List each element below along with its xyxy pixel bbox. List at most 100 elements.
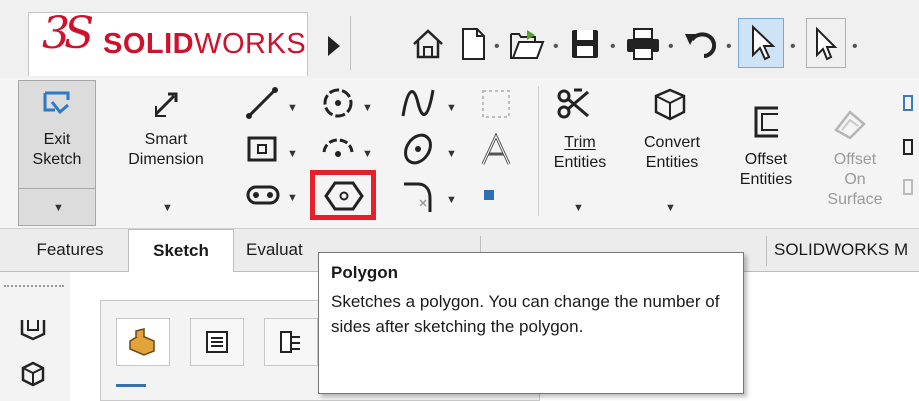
offset-entities-label-line1: Offset: [744, 151, 788, 168]
point-icon[interactable]: [484, 190, 494, 200]
ribbon-separator: [538, 86, 539, 216]
spline-icon: [401, 89, 435, 117]
smart-dimension-icon: [148, 88, 188, 122]
polygon-tooltip: Polygon Sketches a polygon. You can chan…: [318, 252, 744, 394]
polygon-highlight-box: [310, 170, 376, 220]
view-orientation-icon[interactable]: [18, 314, 48, 342]
spline-dropdown-arrow[interactable]: ▼: [446, 102, 457, 114]
offset-on-surface-button[interactable]: Offset On Surface: [820, 150, 890, 210]
smart-dimension-button[interactable]: Smart Dimension: [108, 130, 224, 170]
spline-button[interactable]: [398, 84, 438, 122]
undo-dropdown-arrow[interactable]: •: [726, 38, 732, 56]
undo-button[interactable]: [680, 22, 722, 66]
smart-dimension-dropdown-arrow[interactable]: ▼: [162, 202, 173, 214]
configuration-manager-icon: [280, 331, 300, 353]
open-file-icon: [510, 30, 545, 59]
property-manager-icon: [206, 331, 228, 353]
print-dropdown-arrow[interactable]: •: [668, 38, 674, 56]
select-cursor-icon: [752, 24, 776, 61]
logo-works: WORKS: [194, 28, 307, 60]
convert-entities-label-line2: Entities: [645, 154, 699, 171]
display-style-icon[interactable]: [18, 360, 48, 388]
slot-button[interactable]: [243, 176, 283, 214]
fillet-icon: [404, 182, 432, 212]
home-button[interactable]: [408, 22, 448, 66]
offset-on-surface-icon: [830, 106, 870, 142]
panel-grip[interactable]: [4, 285, 64, 289]
plane-icon: [482, 90, 510, 118]
trim-entities-dropdown-arrow[interactable]: ▼: [573, 202, 584, 214]
offset-entities-label-line2: Entities: [739, 171, 793, 188]
tree-root-icon[interactable]: [116, 384, 146, 397]
tooltip-title: Polygon: [331, 263, 399, 282]
convert-entities-dropdown-arrow[interactable]: ▼: [665, 202, 676, 214]
ellipse-dropdown-arrow[interactable]: ▼: [446, 148, 457, 160]
ribbon-overflow-icons[interactable]: [902, 92, 914, 212]
selection-dropdown-arrow[interactable]: •: [852, 38, 858, 56]
convert-entities-button[interactable]: Convert Entities: [626, 133, 718, 173]
text-icon: [481, 132, 511, 165]
fillet-button[interactable]: [400, 178, 440, 216]
convert-entities-label-line1: Convert: [643, 134, 701, 151]
fillet-dropdown-arrow[interactable]: ▼: [446, 194, 457, 206]
exit-sketch-divider: [18, 188, 96, 189]
cursor-icon: [816, 26, 838, 61]
solidworks-logo: SOLIDWORKS: [103, 28, 306, 61]
line-button[interactable]: [243, 84, 283, 122]
feature-tree-tab[interactable]: [116, 318, 170, 366]
offset-on-surface-label-line1: Offset: [833, 151, 877, 168]
arc-button[interactable]: [318, 130, 358, 168]
tab-evaluate[interactable]: Evaluat: [236, 229, 326, 271]
exit-sketch-label-line1: Exit: [43, 131, 71, 148]
circle-button[interactable]: [318, 84, 358, 122]
smart-dimension-label-line2: Dimension: [128, 151, 204, 168]
print-button[interactable]: [622, 22, 664, 66]
exit-sketch-dropdown-arrow[interactable]: ▼: [53, 202, 64, 214]
selection-filter-button[interactable]: [806, 18, 846, 68]
ellipse-button[interactable]: [398, 130, 438, 168]
expand-menu-button[interactable]: [320, 24, 346, 68]
open-dropdown-arrow[interactable]: •: [553, 38, 559, 56]
slot-dropdown-arrow[interactable]: ▼: [287, 192, 298, 204]
text-button[interactable]: [478, 132, 514, 168]
new-document-button[interactable]: [455, 22, 491, 66]
select-button[interactable]: [738, 18, 784, 68]
smart-dimension-label-line1: Smart: [144, 131, 188, 148]
new-document-icon: [462, 28, 485, 60]
play-right-icon: [328, 36, 340, 56]
print-icon: [627, 28, 659, 60]
select-dropdown-arrow[interactable]: •: [790, 38, 796, 56]
save-dropdown-arrow[interactable]: •: [610, 38, 616, 56]
trim-entities-button[interactable]: Trim Entities: [544, 133, 616, 173]
line-icon: [246, 87, 278, 119]
offset-on-surface-label-line2: On: [844, 171, 866, 188]
offset-entities-button[interactable]: Offset Entities: [724, 150, 808, 190]
rectangle-dropdown-arrow[interactable]: ▼: [287, 148, 298, 160]
ds-logo: 3S: [42, 8, 94, 59]
circle-dropdown-arrow[interactable]: ▼: [362, 102, 373, 114]
line-dropdown-arrow[interactable]: ▼: [287, 102, 298, 114]
new-dropdown-arrow[interactable]: •: [494, 38, 500, 56]
feature-manager-icon: [129, 328, 155, 356]
trim-entities-label-line2: Entities: [553, 154, 607, 171]
rectangle-button[interactable]: [243, 130, 283, 168]
arc-dropdown-arrow[interactable]: ▼: [362, 148, 373, 160]
logo-solid: SOLID: [103, 28, 195, 60]
circle-icon: [323, 88, 353, 118]
plane-button[interactable]: [478, 86, 514, 122]
tab-solidworks-m[interactable]: SOLIDWORKS M: [768, 229, 919, 271]
toolbar-separator: [350, 16, 351, 70]
property-manager-tab[interactable]: [190, 318, 244, 366]
configuration-manager-tab[interactable]: [264, 318, 318, 366]
trim-entities-icon: [552, 86, 596, 124]
home-icon: [413, 29, 443, 59]
save-button[interactable]: [565, 22, 605, 66]
open-file-button[interactable]: [505, 22, 549, 66]
rectangle-icon: [247, 136, 277, 162]
convert-entities-icon: [650, 86, 690, 124]
tab-features[interactable]: Features: [12, 229, 128, 271]
offset-on-surface-label-line3: Surface: [827, 191, 883, 208]
tab-sketch[interactable]: Sketch: [128, 229, 234, 272]
undo-icon: [685, 32, 717, 58]
arc-icon: [322, 138, 354, 157]
